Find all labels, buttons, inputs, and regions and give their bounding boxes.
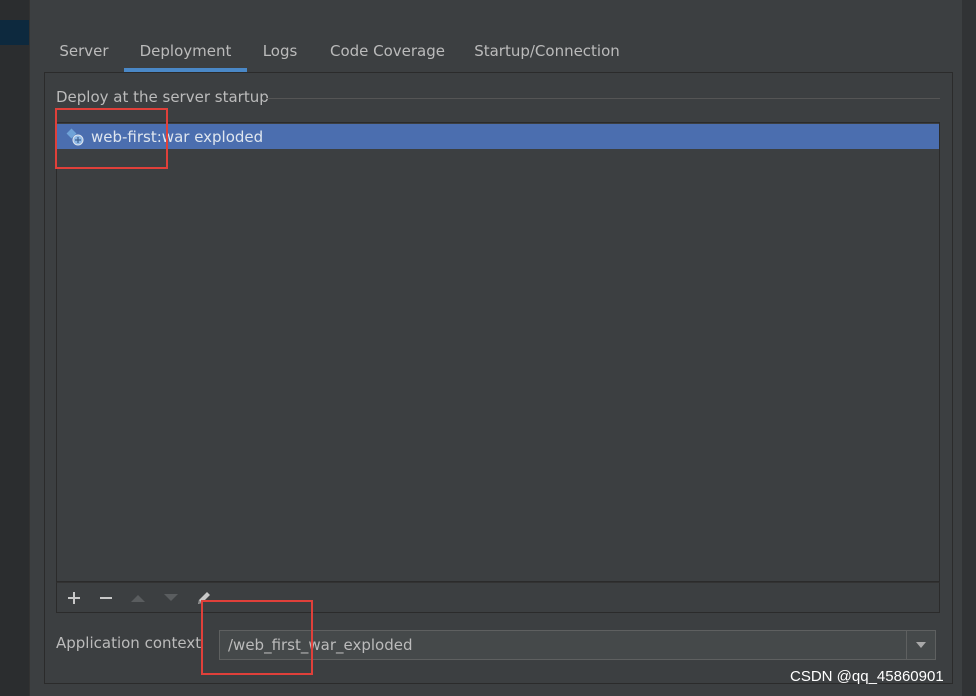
move-up-icon bbox=[131, 595, 145, 602]
application-context-input[interactable] bbox=[220, 631, 907, 659]
application-context-combo[interactable] bbox=[219, 630, 936, 660]
deploy-artifact-list[interactable]: web-first:war exploded bbox=[56, 122, 940, 582]
tab-server[interactable]: Server bbox=[44, 36, 124, 72]
chevron-down-icon bbox=[916, 642, 926, 648]
move-down-icon bbox=[164, 594, 178, 601]
list-item-label: web-first:war exploded bbox=[91, 127, 264, 146]
add-icon bbox=[68, 592, 80, 604]
move-up-button[interactable] bbox=[128, 588, 148, 608]
move-down-button[interactable] bbox=[161, 588, 181, 608]
edit-icon bbox=[198, 592, 210, 604]
group-separator bbox=[266, 98, 940, 99]
settings-sidebar bbox=[0, 0, 30, 696]
list-item[interactable]: web-first:war exploded bbox=[57, 124, 939, 149]
tab-startup-connection[interactable]: Startup/Connection bbox=[462, 36, 632, 72]
application-context-label: Application context bbox=[56, 634, 202, 652]
dropdown-button[interactable] bbox=[906, 631, 935, 659]
tab-deployment[interactable]: Deployment bbox=[124, 36, 247, 72]
tab-logs[interactable]: Logs bbox=[247, 36, 313, 72]
watermark: CSDN @qq_45860901 bbox=[790, 668, 944, 685]
artifact-exploded-icon bbox=[65, 126, 87, 148]
list-toolbar bbox=[56, 582, 940, 613]
edit-button[interactable] bbox=[194, 588, 214, 608]
tab-code-coverage[interactable]: Code Coverage bbox=[313, 36, 462, 72]
deploy-group-title: Deploy at the server startup bbox=[56, 88, 269, 106]
remove-icon bbox=[100, 597, 112, 599]
remove-button[interactable] bbox=[96, 588, 116, 608]
add-button[interactable] bbox=[64, 588, 84, 608]
dialog-edge bbox=[962, 0, 976, 696]
sidebar-selected-item[interactable] bbox=[0, 20, 29, 45]
